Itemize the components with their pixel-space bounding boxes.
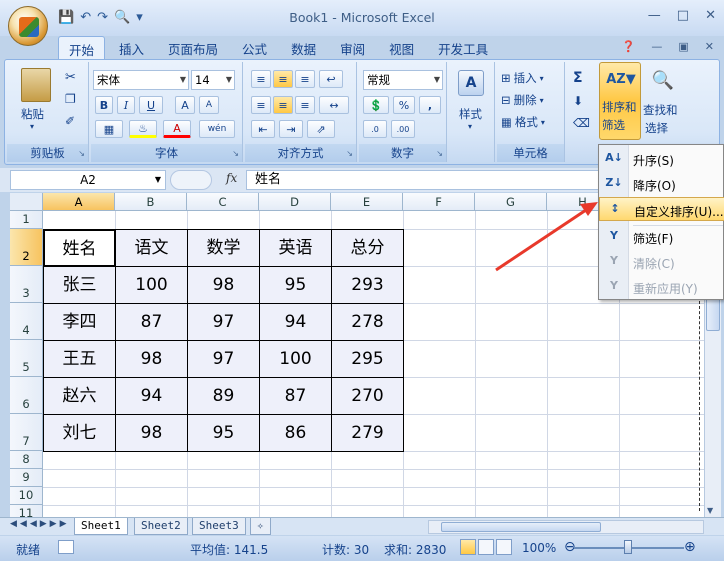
office-logo-icon [19, 17, 39, 37]
office-button[interactable] [8, 6, 48, 46]
arrow-shaft [495, 208, 587, 272]
annotation-arrow [495, 202, 598, 272]
